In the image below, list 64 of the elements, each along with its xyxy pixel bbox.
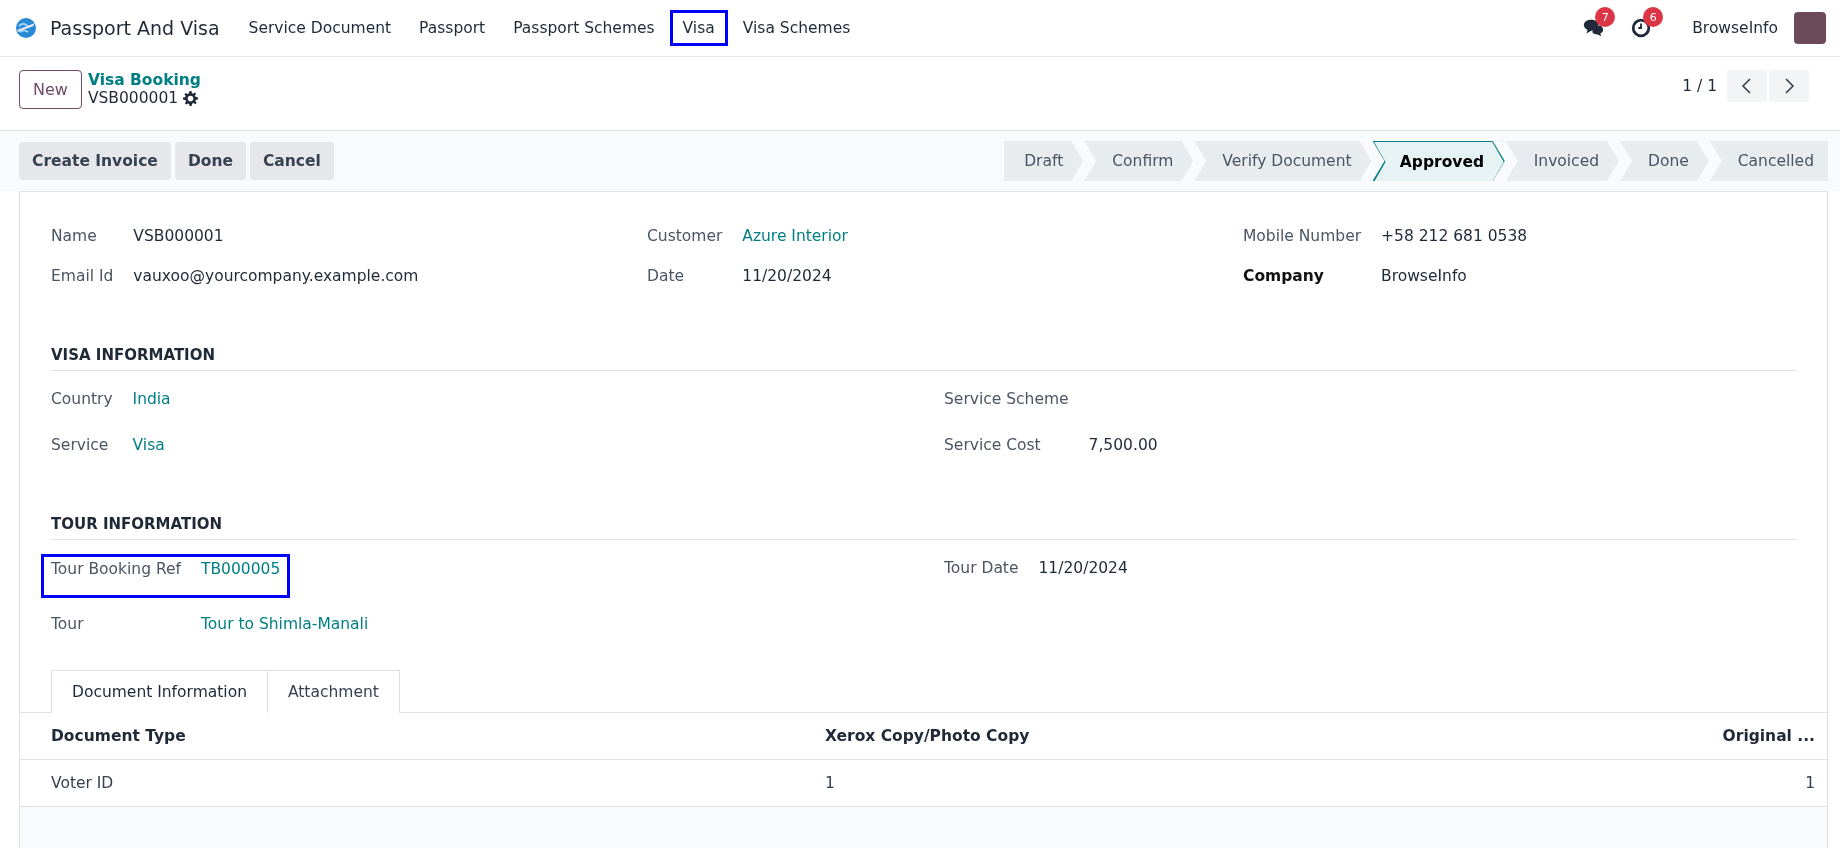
field-label: Service Cost: [944, 435, 1042, 456]
field-label: Country: [51, 389, 113, 410]
status-stage[interactable]: Confirm: [1084, 141, 1194, 181]
menu-item[interactable]: Visa: [669, 10, 728, 46]
activity-count-badge: 6: [1643, 7, 1664, 27]
menu-item[interactable]: Passport: [406, 10, 499, 46]
column-header[interactable]: Document Type: [20, 713, 813, 760]
field-value: +58 212 681 0538: [1381, 226, 1529, 247]
chevron-left-icon: [1740, 78, 1754, 94]
field-value: BrowseInfo: [1381, 266, 1468, 287]
new-button[interactable]: New: [19, 70, 82, 109]
globe-logo-icon[interactable]: [14, 16, 38, 40]
status-stage[interactable]: Cancelled: [1709, 141, 1828, 181]
message-count-badge: 7: [1595, 7, 1616, 27]
field-label: Service: [51, 435, 110, 456]
field-link[interactable]: Visa: [132, 431, 944, 471]
action-button[interactable]: Done: [174, 142, 246, 180]
record-name: VSB000001: [87, 89, 179, 107]
settings-icon[interactable]: [183, 90, 199, 106]
field-label: Email Id: [51, 266, 114, 287]
section-title: VISA INFORMATION: [51, 346, 1796, 371]
chevron-right-icon: [1782, 78, 1796, 94]
table-cell: 1: [1449, 759, 1827, 807]
breadcrumb-link[interactable]: Visa Booking: [87, 71, 201, 89]
action-button[interactable]: Cancel: [249, 142, 334, 180]
field-label: Tour Date: [944, 558, 1019, 579]
field-label: Tour: [51, 614, 85, 635]
field-label: Customer: [647, 226, 723, 247]
field-value: 11/20/2024: [1038, 558, 1129, 579]
status-stage[interactable]: Invoiced: [1505, 141, 1619, 181]
field-link[interactable]: India: [132, 385, 944, 425]
next-button[interactable]: [1769, 70, 1809, 102]
menu-item[interactable]: Visa Schemes: [729, 10, 864, 46]
tab[interactable]: Document Information: [51, 670, 268, 713]
tab[interactable]: Attachment: [267, 670, 400, 713]
status-stage[interactable]: Verify Document: [1194, 141, 1372, 181]
field-link[interactable]: TB000005: [201, 557, 281, 595]
pager-value: 1 / 1: [1682, 77, 1717, 95]
menu-item[interactable]: Passport Schemes: [500, 10, 668, 46]
column-header[interactable]: Xerox Copy/Photo Copy: [813, 713, 1450, 760]
table-cell: 1: [813, 759, 1450, 807]
field-label: Date: [647, 266, 686, 287]
status-stage[interactable]: Done: [1620, 141, 1709, 181]
status-stage[interactable]: Draft: [1004, 141, 1084, 181]
field-label: Service Scheme: [944, 389, 1069, 410]
action-button[interactable]: Create Invoice: [19, 142, 171, 180]
field-label: Mobile Number: [1243, 226, 1362, 247]
field-label: Tour Booking Ref: [51, 559, 181, 580]
table-cell: Voter ID: [20, 759, 813, 807]
section-title: TOUR INFORMATION: [51, 515, 1796, 540]
previous-button[interactable]: [1727, 70, 1767, 102]
menu-item[interactable]: Service Document: [235, 10, 405, 46]
field-link[interactable]: Tour to Shimla-Manali: [201, 610, 944, 650]
field-label: Company: [1243, 266, 1325, 287]
field-label: Name: [51, 226, 98, 247]
field-value: VSB000001: [133, 226, 225, 247]
company-name[interactable]: BrowseInfo: [1692, 19, 1778, 37]
column-header[interactable]: Original ...: [1449, 713, 1827, 760]
field-value: 7,500.00: [1088, 435, 1159, 456]
status-stage[interactable]: Approved: [1372, 141, 1505, 181]
app-title: Passport And Visa: [50, 17, 220, 39]
field-value: 11/20/2024: [742, 266, 833, 287]
field-link[interactable]: Azure Interior: [742, 222, 1243, 262]
field-value: vauxoo@yourcompany.example.com: [133, 266, 420, 287]
